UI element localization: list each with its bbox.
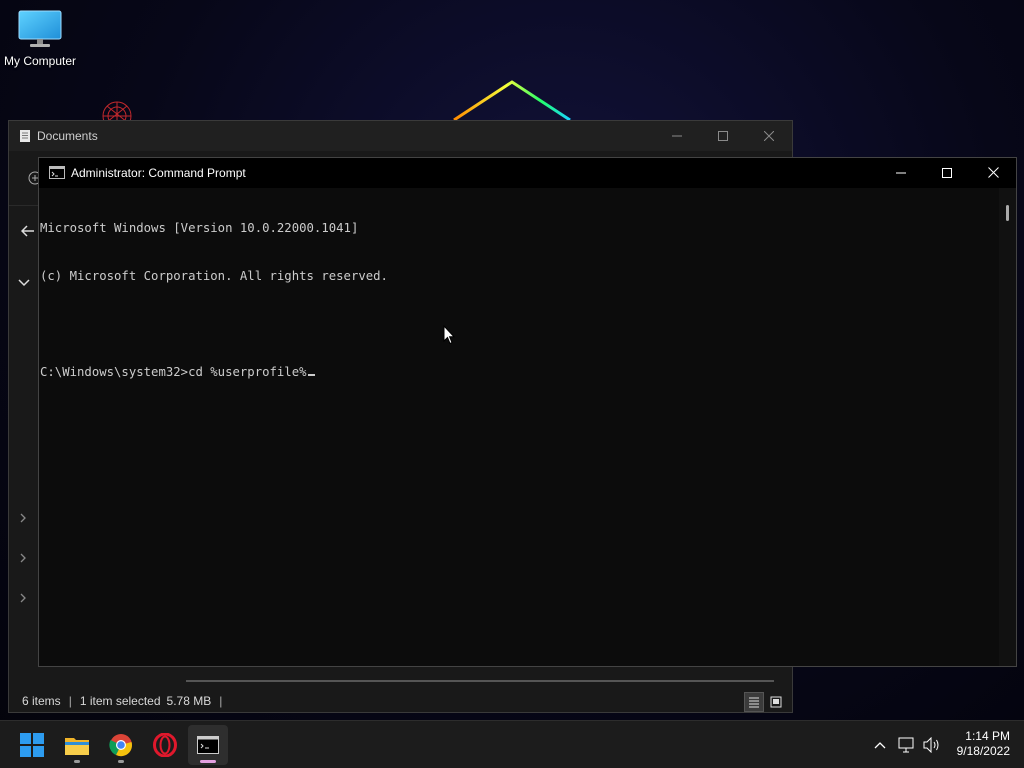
volume-button[interactable] xyxy=(920,737,944,753)
explorer-statusbar: 6 items | 1 item selected 5.78 MB | xyxy=(9,689,792,713)
status-separator: | xyxy=(68,694,72,708)
console-line: (c) Microsoft Corporation. All rights re… xyxy=(40,269,388,283)
terminal-icon xyxy=(197,736,219,754)
explorer-maximize-button[interactable] xyxy=(700,121,746,151)
back-arrow-icon[interactable] xyxy=(21,225,35,237)
explorer-close-button[interactable] xyxy=(746,121,792,151)
explorer-titlebar[interactable]: Documents xyxy=(9,121,792,151)
cmd-window[interactable]: Administrator: Command Prompt Microsoft … xyxy=(38,157,1017,667)
cmd-minimize-button[interactable] xyxy=(878,158,924,188)
chevron-down-icon[interactable] xyxy=(18,279,30,287)
item-count: 6 items xyxy=(22,694,61,708)
explorer-minimize-button[interactable] xyxy=(654,121,700,151)
selection-size: 5.78 MB xyxy=(166,694,212,708)
cmd-title: Administrator: Command Prompt xyxy=(71,165,246,180)
clock-time: 1:14 PM xyxy=(965,729,1010,743)
chevron-right-icon[interactable] xyxy=(19,553,27,563)
wallpaper-flower xyxy=(102,101,132,122)
cmd-titlebar[interactable]: Administrator: Command Prompt xyxy=(39,158,1016,188)
details-view-button[interactable] xyxy=(744,692,764,712)
clock-date: 9/18/2022 xyxy=(956,744,1010,758)
running-indicator xyxy=(118,760,124,763)
console-command: C:\Windows\system32>cd %userprofile% xyxy=(40,365,307,379)
show-hidden-icons-button[interactable] xyxy=(866,741,894,749)
chevron-right-icon[interactable] xyxy=(19,593,27,603)
console-input-line[interactable]: C:\Windows\system32>cd %userprofile% xyxy=(40,364,999,380)
document-icon xyxy=(20,130,30,142)
desktop-icon-label: My Computer xyxy=(3,54,77,68)
close-icon xyxy=(764,131,774,141)
network-icon xyxy=(898,737,914,753)
maximize-icon xyxy=(718,131,728,141)
start-button[interactable] xyxy=(12,725,52,765)
console-line: Microsoft Windows [Version 10.0.22000.10… xyxy=(40,221,359,235)
file-explorer-icon xyxy=(65,738,89,755)
maximize-icon xyxy=(942,167,952,178)
cmd-maximize-button[interactable] xyxy=(924,158,970,188)
desktop-icon-my-computer[interactable]: My Computer xyxy=(0,8,80,68)
taskbar-terminal[interactable] xyxy=(188,725,228,765)
close-icon xyxy=(987,167,999,178)
tiles-view-icon xyxy=(770,696,782,708)
chevron-right-icon[interactable] xyxy=(19,513,27,523)
explorer-title: Documents xyxy=(37,129,98,143)
minimize-icon xyxy=(672,135,682,137)
volume-icon xyxy=(923,737,939,753)
horizontal-scrollbar[interactable] xyxy=(186,680,774,682)
mouse-pointer-icon xyxy=(443,325,455,345)
taskbar-opera[interactable] xyxy=(145,725,185,765)
command-prompt-icon xyxy=(49,166,65,179)
navigation-pane xyxy=(9,205,39,675)
clock[interactable]: 1:14 PM 9/18/2022 xyxy=(957,729,1010,759)
running-indicator xyxy=(74,760,80,763)
details-view-icon xyxy=(749,697,759,708)
system-tray xyxy=(866,721,944,768)
chrome-icon xyxy=(109,734,132,757)
text-caret xyxy=(307,374,315,376)
status-separator: | xyxy=(219,694,223,708)
chevron-up-icon xyxy=(874,742,886,749)
console-output[interactable]: Microsoft Windows [Version 10.0.22000.10… xyxy=(39,188,999,666)
taskbar-chrome[interactable] xyxy=(101,725,141,765)
taskbar: 1:14 PM 9/18/2022 xyxy=(0,720,1024,768)
monitor-icon xyxy=(18,10,62,47)
scrollbar-thumb[interactable] xyxy=(1006,205,1009,221)
network-button[interactable] xyxy=(894,737,920,753)
tiles-view-button[interactable] xyxy=(766,692,786,712)
wallpaper-triangle xyxy=(453,80,571,120)
taskbar-file-explorer[interactable] xyxy=(57,725,97,765)
cmd-close-button[interactable] xyxy=(970,158,1016,188)
opera-icon xyxy=(153,733,177,757)
active-indicator xyxy=(200,760,216,763)
selection-count: 1 item selected xyxy=(79,694,161,708)
minimize-icon xyxy=(896,172,906,173)
vertical-scrollbar[interactable] xyxy=(999,188,1016,666)
start-icon xyxy=(20,733,44,757)
